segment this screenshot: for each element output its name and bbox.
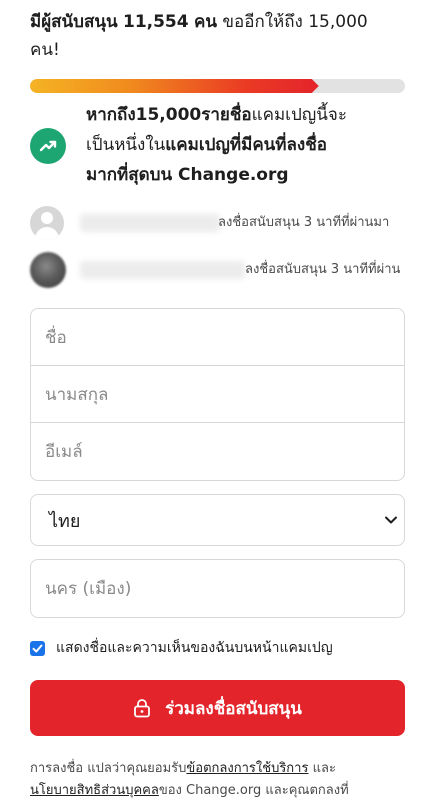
milestone-callout: หากถึง15,000รายชื่อแคมเปญนี้จะ เป็นหนึ่ง…: [30, 100, 410, 190]
sign-petition-label: ร่วมลงชื่อสนับสนุน: [165, 698, 302, 719]
legal-disclaimer: การลงชื่อ แปลว่าคุณยอมรับข้อตกลงการใช้บร…: [30, 758, 410, 802]
progress-fill: [30, 79, 319, 93]
terms-of-service-link[interactable]: ข้อตกลงการใช้บริการ: [186, 761, 308, 776]
signature-progress-bar: [30, 79, 405, 93]
milestone-bold1: หากถึง15,000รายชื่อ: [86, 105, 252, 125]
email-field[interactable]: อีเมล์: [31, 423, 404, 480]
milestone-text: หากถึง15,000รายชื่อแคมเปญนี้จะ เป็นหนึ่ง…: [86, 100, 406, 190]
first-name-field[interactable]: ชื่อ: [31, 309, 404, 366]
milestone-light1: แคมเปญนี้จะ: [251, 105, 347, 125]
photo-avatar: [30, 252, 66, 288]
blurred-signer-name: [80, 261, 245, 279]
signature-count: 11,554: [122, 12, 189, 32]
signer-activity-text: ลงชื่อสนับสนุน 3 นาทีที่ผ่านมา: [218, 215, 390, 230]
headline-prefix: มีผู้สนับสนุน: [30, 12, 118, 32]
recent-signer-row: ลงชื่อสนับสนุน 3 นาทีที่ผ่านมา: [30, 206, 410, 242]
headline-suffix: ขออีกให้ถึง 15,000: [222, 12, 368, 32]
privacy-policy-link[interactable]: นโยบายสิทธิส่วนบุคคล: [30, 783, 159, 798]
legal-part2: และ: [308, 761, 336, 776]
trending-up-icon: [30, 128, 66, 164]
last-name-field[interactable]: นามสกุล: [31, 366, 404, 423]
lock-icon: [134, 699, 151, 718]
show-name-checkbox[interactable]: [30, 640, 45, 656]
legal-part3: ของ Change.org และคุณตกลงที่: [158, 783, 349, 798]
headline-unit: คน: [194, 12, 217, 32]
recent-signer-row: ลงชื่อสนับสนุน 3 นาทีที่ผ่าน: [30, 252, 410, 289]
checkmark-icon: [32, 644, 43, 652]
chevron-down-icon: [385, 516, 397, 524]
country-select[interactable]: ไทย: [30, 494, 405, 546]
blurred-signer-name: [80, 214, 220, 232]
signature-count-headline: มีผู้สนับสนุน 11,554 คน ขออีกให้ถึง 15,0…: [30, 8, 410, 64]
city-field[interactable]: นคร (เมือง): [30, 559, 405, 618]
signer-name-email-fields: ชื่อ นามสกุล อีเมล์: [30, 308, 405, 481]
milestone-bold3: มากที่สุดบน Change.org: [86, 165, 289, 185]
milestone-light2: เป็นหนึ่งใน: [86, 135, 166, 155]
show-name-label: แสดงชื่อและความเห็นของฉันบนหน้าแคมเปญ: [56, 640, 333, 656]
default-avatar-icon: [30, 206, 64, 240]
milestone-bold2: แคมเปญที่มีคนที่ลงชื่อ: [165, 135, 327, 155]
legal-part1: การลงชื่อ แปลว่าคุณยอมรับ: [30, 761, 187, 776]
country-select-value: ไทย: [49, 510, 81, 532]
show-name-option: แสดงชื่อและความเห็นของฉันบนหน้าแคมเปญ: [30, 638, 410, 658]
sign-petition-button[interactable]: ร่วมลงชื่อสนับสนุน: [30, 680, 405, 736]
signer-activity-text: ลงชื่อสนับสนุน 3 นาทีที่ผ่าน: [245, 262, 401, 277]
headline-line2: คน!: [30, 40, 60, 60]
